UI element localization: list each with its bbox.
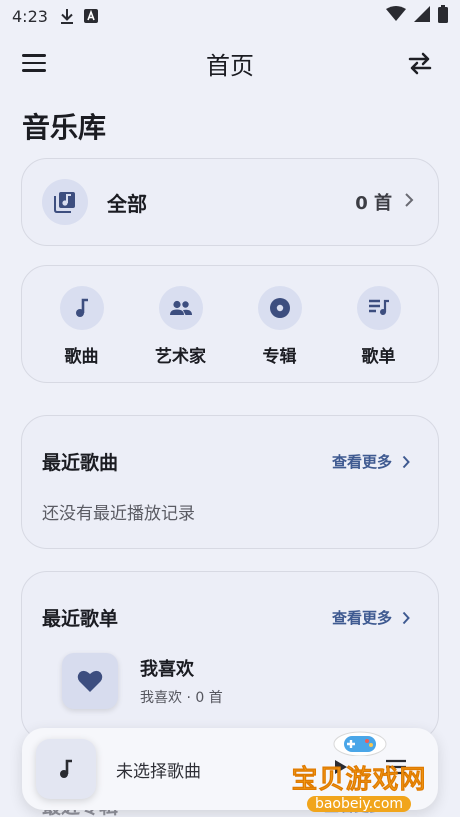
empty-message: 还没有最近播放记录 bbox=[42, 504, 195, 524]
heart-icon bbox=[62, 653, 118, 709]
more-label: 查看更多 bbox=[331, 453, 392, 471]
wifi-icon bbox=[386, 6, 406, 26]
playlist-name: 我喜欢 bbox=[140, 659, 194, 680]
menu-icon[interactable] bbox=[22, 50, 50, 76]
category-label: 歌曲 bbox=[64, 347, 99, 367]
recent-playlists-card: 最近歌单 查看更多 我喜欢 我喜欢 · 0 首 bbox=[21, 571, 439, 741]
category-label: 歌单 bbox=[361, 347, 396, 367]
all-label: 全部 bbox=[107, 191, 147, 216]
category-label: 艺术家 bbox=[155, 347, 206, 367]
category-albums[interactable]: 专辑 bbox=[240, 266, 320, 382]
page-title: 首页 bbox=[206, 51, 254, 80]
disc-icon bbox=[257, 286, 302, 330]
category-playlists[interactable]: 歌单 bbox=[339, 266, 419, 382]
download-icon bbox=[60, 8, 74, 24]
recent-songs-title: 最近歌曲 bbox=[42, 452, 119, 474]
battery-icon bbox=[438, 5, 448, 27]
play-icon[interactable] bbox=[334, 759, 348, 779]
recent-playlists-title: 最近歌单 bbox=[42, 608, 119, 630]
app-notification-icon bbox=[83, 9, 98, 23]
status-bar: 4:23 bbox=[0, 0, 460, 32]
status-time: 4:23 bbox=[12, 6, 48, 26]
all-count: 0 首 bbox=[355, 193, 392, 214]
category-label: 专辑 bbox=[262, 347, 297, 367]
category-songs[interactable]: 歌曲 bbox=[42, 266, 122, 382]
chevron-right-icon bbox=[402, 611, 410, 624]
library-music-icon bbox=[42, 179, 88, 225]
chevron-right-icon bbox=[404, 192, 414, 212]
app-bar: 首页 bbox=[0, 40, 460, 86]
more-label: 查看更多 bbox=[331, 609, 392, 627]
playlist-icon bbox=[356, 286, 401, 330]
mini-player-title: 未选择歌曲 bbox=[116, 761, 201, 782]
music-note-icon bbox=[59, 286, 104, 330]
queue-icon[interactable] bbox=[386, 759, 406, 779]
playlist-meta: 我喜欢 · 0 首 bbox=[140, 690, 223, 706]
signal-icon bbox=[414, 6, 430, 26]
chevron-right-icon bbox=[402, 455, 410, 468]
music-note-icon bbox=[36, 739, 96, 799]
library-title: 音乐库 bbox=[22, 111, 107, 144]
recent-playlists-more-link[interactable]: 查看更多 bbox=[332, 607, 410, 628]
mini-player[interactable]: 未选择歌曲 bbox=[22, 728, 438, 810]
recent-songs-more-link[interactable]: 查看更多 bbox=[332, 451, 410, 472]
playlist-item[interactable]: 我喜欢 我喜欢 · 0 首 bbox=[62, 653, 418, 709]
category-artists[interactable]: 艺术家 bbox=[141, 266, 221, 382]
recent-songs-card: 最近歌曲 查看更多 还没有最近播放记录 bbox=[21, 415, 439, 549]
swap-icon[interactable] bbox=[406, 50, 434, 76]
people-icon bbox=[158, 286, 203, 330]
all-songs-card[interactable]: 全部 0 首 bbox=[21, 158, 439, 246]
category-card: 歌曲 艺术家 专辑 歌单 bbox=[21, 265, 439, 383]
